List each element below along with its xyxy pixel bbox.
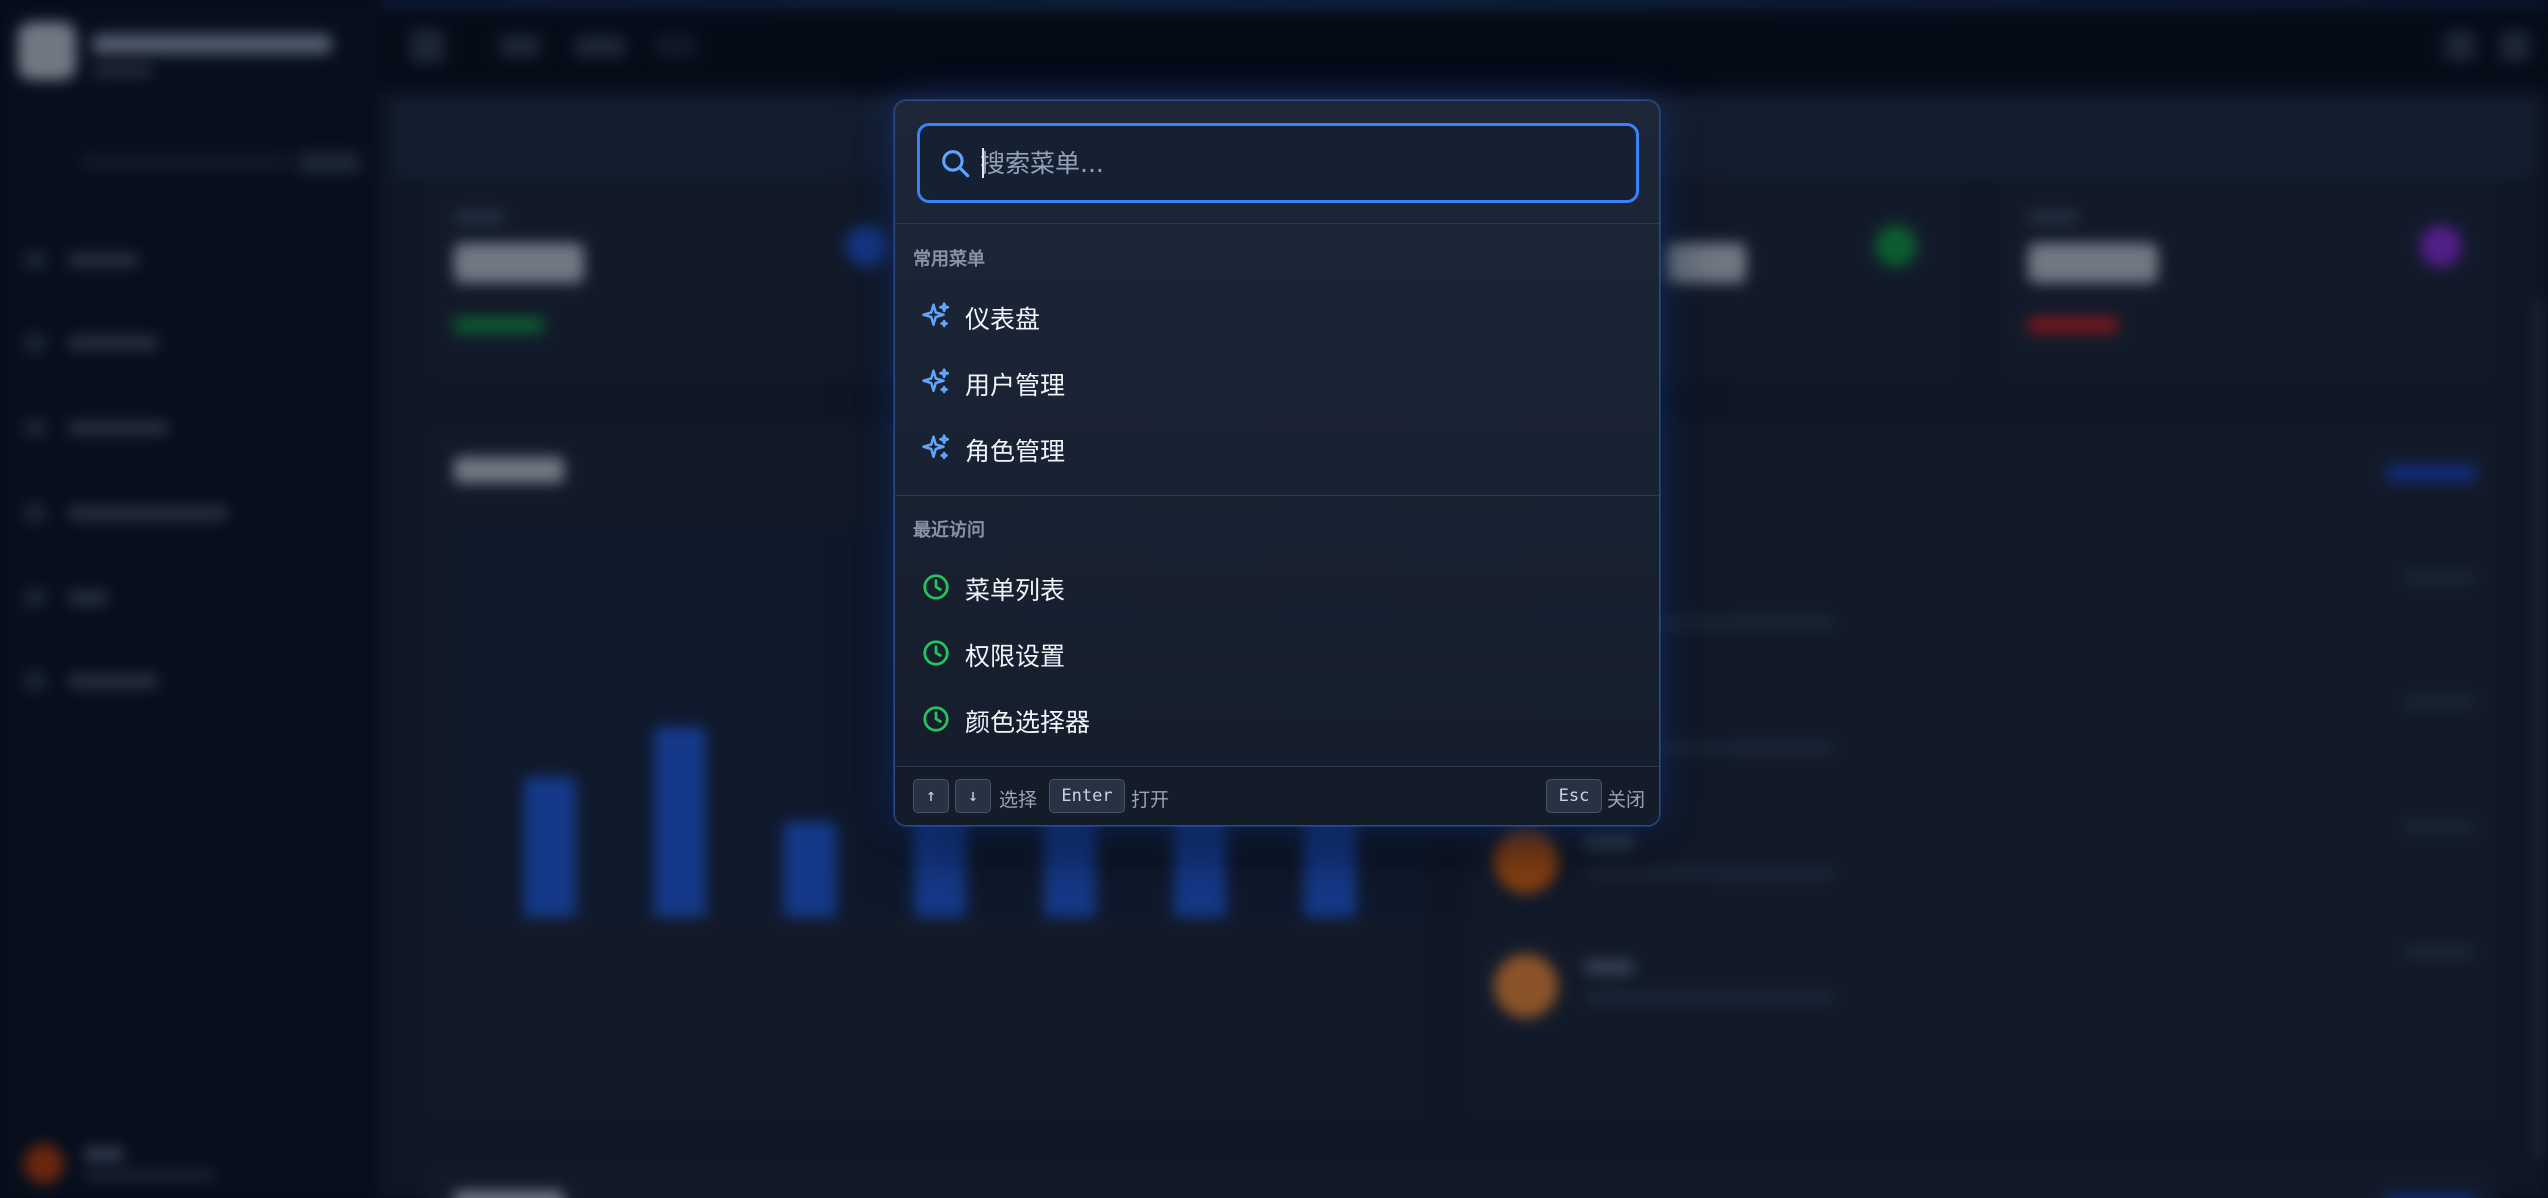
kbd-down-arrow: ↓ xyxy=(955,779,991,813)
sparkles-icon xyxy=(922,302,950,328)
hint-open: 打开 xyxy=(1131,789,1170,811)
hint-select: 选择 xyxy=(999,789,1038,811)
kbd-enter: Enter xyxy=(1049,779,1125,813)
hint-close: 关闭 xyxy=(1607,789,1646,811)
clock-icon xyxy=(923,574,949,600)
command-palette: 常用菜单 仪表盘 用户管理 角色管理 最近访问 菜单列表 xyxy=(894,100,1660,826)
menu-item-label: 仪表盘 xyxy=(965,305,1041,334)
menu-item-label: 菜单列表 xyxy=(965,576,1066,605)
menu-item-color-picker[interactable]: 颜色选择器 xyxy=(913,690,1643,746)
divider xyxy=(895,223,1659,224)
section-title-recent: 最近访问 xyxy=(913,520,985,541)
menu-item-label: 权限设置 xyxy=(965,642,1066,671)
menu-item-permission-settings[interactable]: 权限设置 xyxy=(913,624,1643,680)
menu-item-user-management[interactable]: 用户管理 xyxy=(913,353,1643,409)
menu-item-role-management[interactable]: 角色管理 xyxy=(913,419,1643,475)
menu-item-label: 用户管理 xyxy=(965,371,1066,400)
palette-footer: ↑ ↓ 选择 Enter 打开 Esc 关闭 xyxy=(895,767,1659,825)
menu-item-menu-list[interactable]: 菜单列表 xyxy=(913,558,1643,614)
kbd-esc: Esc xyxy=(1546,779,1602,813)
section-title-frequent: 常用菜单 xyxy=(913,249,985,270)
menu-item-label: 颜色选择器 xyxy=(965,708,1091,737)
search-box[interactable] xyxy=(917,123,1639,203)
sparkles-icon xyxy=(922,368,950,394)
clock-icon xyxy=(923,640,949,666)
clock-icon xyxy=(923,706,949,732)
menu-item-label: 角色管理 xyxy=(965,437,1066,466)
divider xyxy=(895,495,1659,496)
kbd-up-arrow: ↑ xyxy=(913,779,949,813)
menu-item-dashboard[interactable]: 仪表盘 xyxy=(913,287,1643,343)
sparkles-icon xyxy=(922,434,950,460)
text-caret xyxy=(982,148,984,178)
search-input[interactable] xyxy=(980,136,1620,190)
search-icon xyxy=(942,150,970,178)
